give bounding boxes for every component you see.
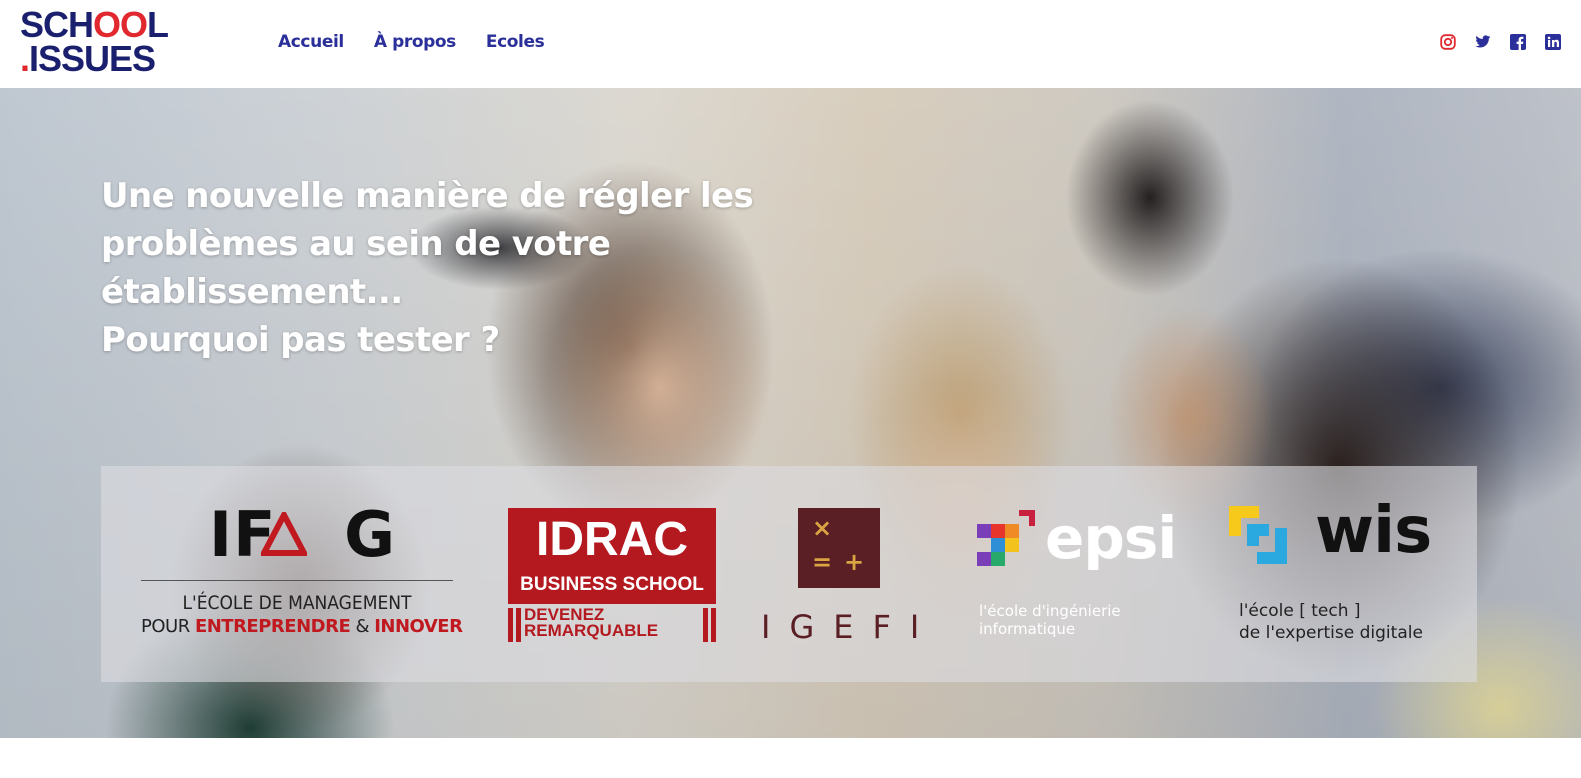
times-icon: × bbox=[812, 514, 833, 542]
ifag-logo[interactable]: IF G L'ÉCOLE DE MANAGEMENT POUR ENTREPRE… bbox=[141, 498, 463, 648]
idrac-bar-left-2 bbox=[516, 608, 521, 642]
idrac-slogan: DEVENEZ REMARQUABLE bbox=[524, 605, 659, 640]
wis-name: wis bbox=[1315, 494, 1432, 568]
idrac-subtitle: BUSINESS SCHOOL bbox=[520, 574, 704, 595]
social-links bbox=[1440, 34, 1561, 50]
epsi-mosaic-icon bbox=[977, 510, 1035, 566]
wis-pixel-icon bbox=[1229, 506, 1287, 564]
idrac-logo[interactable]: IDRAC BUSINESS SCHOOL DEVENEZ REMARQUABL… bbox=[508, 508, 716, 642]
ifag-name: IF G bbox=[209, 498, 397, 571]
facebook-icon[interactable] bbox=[1510, 34, 1526, 50]
idrac-bar-left-1 bbox=[508, 608, 513, 642]
ifag-divider bbox=[141, 580, 453, 581]
idrac-badge: IDRAC BUSINESS SCHOOL bbox=[508, 508, 716, 604]
idrac-bar-right-2 bbox=[711, 608, 716, 642]
schools-logo-band: IF G L'ÉCOLE DE MANAGEMENT POUR ENTREPRE… bbox=[101, 466, 1477, 682]
hero-banner: Une nouvelle manière de régler les probl… bbox=[0, 88, 1581, 738]
logo-line-1: SCHOOL bbox=[20, 4, 169, 45]
ifag-tagline-1: L'ÉCOLE DE MANAGEMENT bbox=[182, 592, 412, 614]
plus-icon: + bbox=[844, 548, 865, 576]
main-nav: Accueil À propos Ecoles bbox=[278, 32, 545, 52]
site-header: SCHOOL .ISSUES Accueil À propos Ecoles bbox=[0, 0, 1581, 88]
igefi-symbol-box: × = + bbox=[798, 508, 880, 588]
hero-line-2: problèmes au sein de votre bbox=[101, 224, 611, 264]
hero-line-1: Une nouvelle manière de régler les bbox=[101, 176, 754, 216]
nav-accueil[interactable]: Accueil bbox=[278, 32, 344, 52]
nav-ecoles[interactable]: Ecoles bbox=[486, 32, 545, 52]
wis-logo[interactable]: wis l'école [ tech ] de l'expertise digi… bbox=[1229, 494, 1441, 646]
epsi-name: epsi bbox=[1045, 504, 1177, 572]
idrac-bar-right-1 bbox=[703, 608, 708, 642]
epsi-logo[interactable]: epsi l'école d'ingénierie informatique bbox=[977, 504, 1177, 642]
igefi-logo[interactable]: × = + IGEFI bbox=[761, 508, 939, 646]
instagram-icon[interactable] bbox=[1440, 34, 1456, 50]
hero-line-4: Pourquoi pas tester ? bbox=[101, 320, 500, 360]
hero-line-3: établissement... bbox=[101, 272, 403, 312]
twitter-icon[interactable] bbox=[1475, 34, 1491, 50]
idrac-name: IDRAC bbox=[536, 513, 688, 566]
igefi-name: IGEFI bbox=[761, 608, 939, 646]
ifag-tagline-2: POUR ENTREPRENDRE & INNOVER bbox=[141, 616, 463, 637]
nav-a-propos[interactable]: À propos bbox=[374, 32, 456, 52]
school-issues-logo[interactable]: SCHOOL .ISSUES bbox=[20, 4, 180, 80]
linkedin-icon[interactable] bbox=[1545, 34, 1561, 50]
epsi-subtitle: l'école d'ingénierie informatique bbox=[979, 602, 1121, 638]
hero-title: Une nouvelle manière de régler les probl… bbox=[101, 172, 761, 364]
logo-line-2: .ISSUES bbox=[20, 38, 156, 79]
equals-icon: = bbox=[812, 548, 833, 576]
wis-subtitle: l'école [ tech ] de l'expertise digitale bbox=[1239, 601, 1423, 643]
